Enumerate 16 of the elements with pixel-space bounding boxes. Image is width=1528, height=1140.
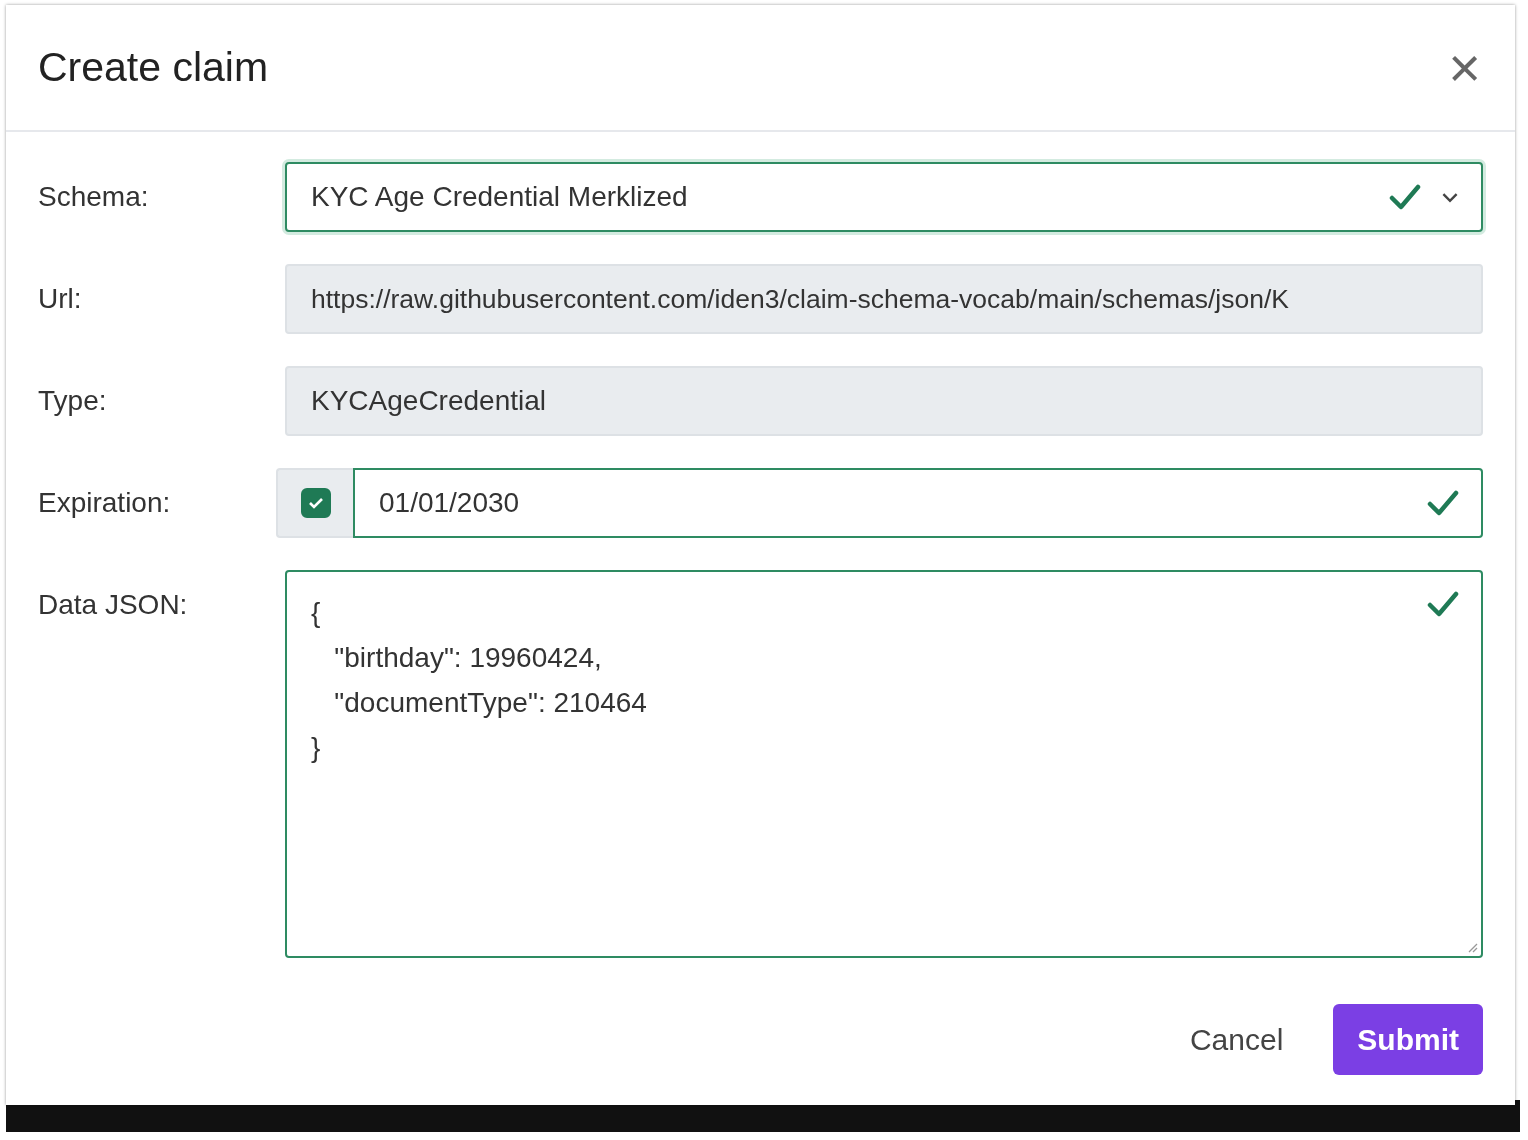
schema-select[interactable]: KYC Age Credential Merklized [285, 162, 1483, 232]
cancel-button[interactable]: Cancel [1165, 1004, 1308, 1075]
field-label: Url: [38, 282, 83, 316]
checkbox[interactable] [300, 488, 331, 518]
json-textarea[interactable]: { "birthday": 19960424, "documentType": 210464 } [285, 570, 1483, 958]
resize-grip-icon[interactable] [1466, 941, 1478, 953]
field-label: Type: [38, 384, 108, 418]
dialog-title: Create claim [38, 44, 269, 91]
submit-button[interactable]: Submit [1333, 1004, 1483, 1075]
close-button[interactable]: × [1442, 39, 1487, 96]
checkmark-icon [307, 496, 324, 510]
date-field[interactable]: 01/01/2030 [353, 468, 1483, 538]
caret-icon [1441, 191, 1459, 203]
field-label: Data JSON: [38, 588, 189, 622]
field-label: Expiration: [38, 486, 172, 520]
field-label: Schema: [38, 180, 150, 214]
